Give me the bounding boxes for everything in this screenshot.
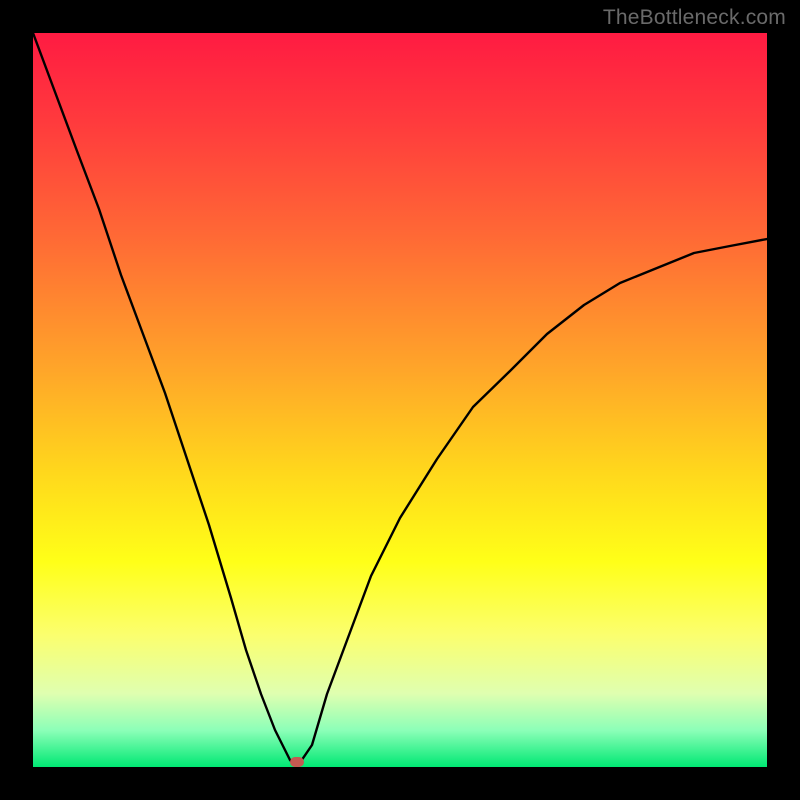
- plot-area: [33, 33, 767, 767]
- watermark-text: TheBottleneck.com: [603, 6, 786, 30]
- bottleneck-marker: [290, 757, 304, 767]
- chart-stage: TheBottleneck.com: [0, 0, 800, 800]
